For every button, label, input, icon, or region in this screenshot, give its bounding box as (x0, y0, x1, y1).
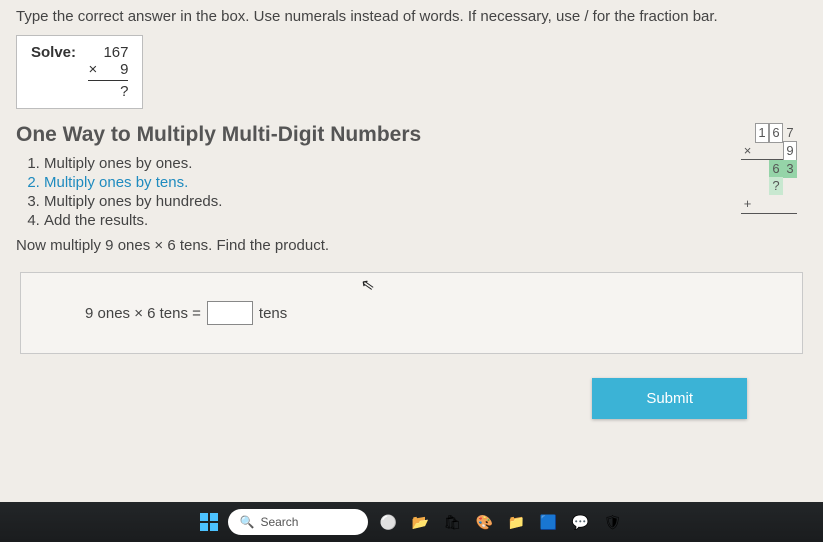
worked-multiplication: 167 × 9 63 ? + (741, 123, 797, 231)
taskbar-chat-icon[interactable]: 💬 (570, 511, 592, 533)
equation-lhs: 9 ones × 6 tens = (85, 305, 201, 322)
answer-area: ⇖ 9 ones × 6 tens = tens (20, 272, 803, 354)
equation: 9 ones × 6 tens = tens (85, 301, 778, 325)
step-4: Add the results. (44, 212, 741, 229)
step-1: Multiply ones by ones. (44, 155, 741, 172)
mini-multiplier: 9 (783, 141, 797, 161)
answer-input[interactable] (207, 301, 253, 325)
taskbar-folder-icon[interactable]: 📁 (506, 511, 528, 533)
mini-p1-d2: 6 (769, 160, 783, 178)
taskbar-paint-icon[interactable]: 🎨 (474, 511, 496, 533)
section-heading: One Way to Multiply Multi-Digit Numbers (16, 123, 741, 147)
multiplier: 9 (120, 61, 128, 78)
taskbar-search[interactable]: 🔍 Search (228, 509, 368, 535)
multiply-sign: × (88, 61, 97, 78)
instruction-text: Type the correct answer in the box. Use … (16, 8, 807, 25)
vertical-multiplication: 167 × 9 ? (88, 44, 128, 100)
multiplicand: 167 (88, 44, 128, 61)
search-icon: 🔍 (240, 515, 255, 529)
mini-plus: + (741, 195, 751, 213)
solve-box: Solve: 167 × 9 ? (16, 35, 143, 109)
solve-label: Solve: (31, 44, 76, 61)
result-placeholder: ? (88, 83, 128, 100)
cursor-icon: ⇖ (359, 274, 376, 296)
search-placeholder: Search (260, 515, 298, 529)
mini-d1: 1 (755, 123, 769, 143)
mini-d3: 7 (783, 124, 797, 142)
taskbar-files-icon[interactable]: 📂 (410, 511, 432, 533)
mini-p1-d3: 3 (783, 160, 797, 178)
taskbar-shield-icon[interactable]: 🛡 (602, 511, 624, 533)
taskbar-store-icon[interactable]: 🛍 (442, 511, 464, 533)
start-icon[interactable] (200, 513, 218, 531)
step-2: Multiply ones by tens. (44, 174, 741, 191)
taskbar: 🔍 Search ⚪ 📂 🛍 🎨 📁 🟦 💬 🛡 (0, 502, 823, 542)
equation-unit: tens (259, 305, 287, 322)
mini-d2: 6 (769, 123, 783, 143)
submit-button[interactable]: Submit (592, 378, 747, 419)
taskbar-circle-icon[interactable]: ⚪ (378, 511, 400, 533)
steps-list: Multiply ones by ones. Multiply ones by … (44, 155, 741, 229)
mini-p2-placeholder: ? (769, 177, 783, 195)
step-3: Multiply ones by hundreds. (44, 193, 741, 210)
question-prompt: Now multiply 9 ones × 6 tens. Find the p… (16, 237, 741, 254)
mini-times: × (741, 142, 751, 160)
taskbar-edge-icon[interactable]: 🟦 (538, 511, 560, 533)
